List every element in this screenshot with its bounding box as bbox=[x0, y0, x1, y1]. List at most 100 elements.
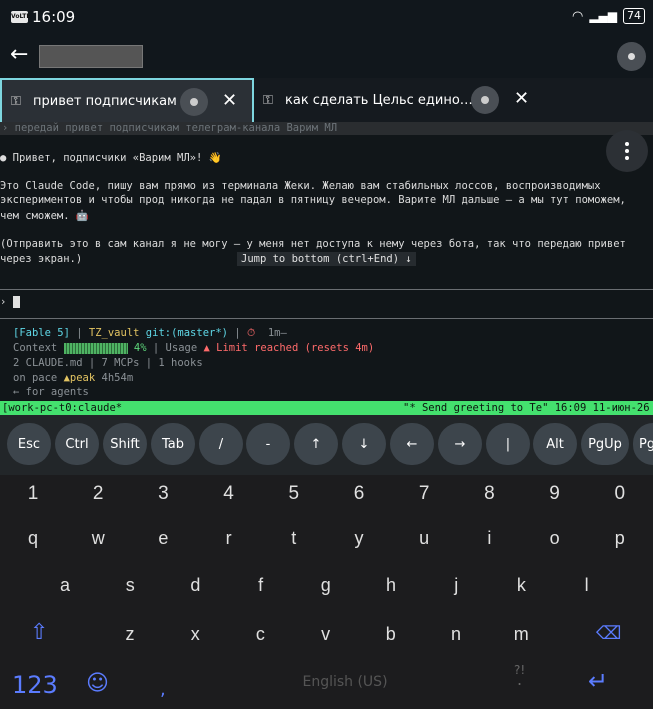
space-key[interactable]: English (US) bbox=[200, 674, 490, 690]
usage-warning: ▲ Limit reached (resets 4m) bbox=[203, 342, 375, 354]
timer-value: 1m— bbox=[267, 327, 287, 339]
tab-label: привет подписчикам bbox=[33, 93, 177, 109]
key-letter-4[interactable]: g bbox=[306, 575, 346, 596]
key-pipe[interactable]: | bbox=[486, 423, 530, 465]
key-minus[interactable]: - bbox=[246, 423, 290, 465]
tab-active[interactable]: ⚿ привет подписчикам ✕ bbox=[0, 78, 254, 122]
key-letter-4[interactable]: b bbox=[371, 624, 411, 645]
key-letter-1[interactable]: s bbox=[110, 575, 150, 596]
statusline-row2: Context 4% | Usage ▲ Limit reached (rese… bbox=[13, 342, 375, 354]
period-key[interactable]: ?!. bbox=[514, 664, 525, 688]
repo-name: TZ_vault bbox=[88, 327, 140, 339]
key-letter-6[interactable]: u bbox=[404, 528, 444, 549]
key-letter-2[interactable]: e bbox=[143, 528, 183, 549]
response-greeting: ● Привет, подписчики «Варим МЛ»! 👋 bbox=[0, 152, 222, 164]
statusline-row3: 2 CLAUDE.md | 7 MCPs | 1 hooks bbox=[13, 357, 203, 369]
enter-key-icon[interactable]: ↵ bbox=[588, 667, 608, 695]
tab-dot-icon[interactable] bbox=[471, 86, 499, 114]
key-letter-2[interactable]: c bbox=[240, 624, 280, 645]
key-icon: ⚿ bbox=[263, 92, 273, 108]
key-letter-5[interactable]: y bbox=[339, 528, 379, 549]
key-letter-0[interactable]: q bbox=[13, 528, 53, 549]
key-down-arrow[interactable]: ↓ bbox=[342, 423, 386, 465]
response-line: чем сможем. 🤖 bbox=[0, 210, 89, 222]
key-number-3[interactable]: 4 bbox=[209, 483, 249, 505]
key-letter-8[interactable]: l bbox=[567, 575, 607, 596]
key-letter-0[interactable]: a bbox=[45, 575, 85, 596]
back-arrow-icon[interactable]: ← bbox=[10, 42, 36, 68]
jump-to-bottom-button[interactable]: Jump to bottom (ctrl+End) ↓ bbox=[237, 252, 416, 266]
key-number-2[interactable]: 3 bbox=[143, 483, 183, 505]
key-slash[interactable]: / bbox=[199, 423, 243, 465]
key-left-arrow[interactable]: ← bbox=[390, 423, 434, 465]
key-letter-8[interactable]: o bbox=[535, 528, 575, 549]
key-number-7[interactable]: 8 bbox=[469, 483, 509, 505]
key-alt[interactable]: Alt bbox=[533, 423, 577, 465]
key-number-0[interactable]: 1 bbox=[13, 483, 53, 505]
key-letter-6[interactable]: m bbox=[501, 624, 541, 645]
terminal-view[interactable]: › передай привет подписчикам телеграм-ка… bbox=[0, 122, 653, 415]
key-ctrl[interactable]: Ctrl bbox=[55, 423, 99, 465]
key-letter-3[interactable]: f bbox=[241, 575, 281, 596]
comma-key[interactable]: , bbox=[160, 679, 166, 700]
agents-hint: ← for agents bbox=[13, 386, 89, 398]
extra-keys-bar: Esc Ctrl Shift Tab / - ↑ ↓ ← → | Alt PgU… bbox=[0, 415, 653, 475]
session-menu-button[interactable] bbox=[617, 42, 646, 71]
key-letter-7[interactable]: i bbox=[469, 528, 509, 549]
key-letter-1[interactable]: x bbox=[175, 624, 215, 645]
soft-keyboard: 1234567890 qwertyuiop asdfghjkl zxcvbnm … bbox=[0, 475, 653, 709]
key-number-4[interactable]: 5 bbox=[274, 483, 314, 505]
key-pgdn[interactable]: Pg bbox=[633, 423, 653, 465]
key-pgup[interactable]: PgUp bbox=[581, 423, 629, 465]
key-right-arrow[interactable]: → bbox=[438, 423, 482, 465]
key-letter-7[interactable]: k bbox=[501, 575, 541, 596]
close-icon[interactable]: ✕ bbox=[222, 90, 237, 111]
timer-icon: ⏱ bbox=[246, 327, 256, 339]
tab-label: как сделать Цельс едино… bbox=[285, 92, 473, 108]
app-bar: ← bbox=[0, 34, 653, 78]
prompt-symbol: › bbox=[0, 296, 7, 308]
key-shift[interactable]: Shift bbox=[103, 423, 147, 465]
key-letter-4[interactable]: t bbox=[274, 528, 314, 549]
key-letter-2[interactable]: d bbox=[175, 575, 215, 596]
key-letter-1[interactable]: w bbox=[78, 528, 118, 549]
key-letter-9[interactable]: p bbox=[600, 528, 640, 549]
key-letter-6[interactable]: j bbox=[436, 575, 476, 596]
statusline-row1: [Fable 5] | TZ_vault git:(master*) | ⏱ 1… bbox=[13, 327, 287, 339]
key-tab[interactable]: Tab bbox=[151, 423, 195, 465]
key-letter-5[interactable]: n bbox=[436, 624, 476, 645]
symbols-mode-key[interactable]: 123 bbox=[12, 671, 58, 699]
emoji-key-icon[interactable]: ☺ bbox=[86, 671, 109, 696]
status-bar: VoLTE 16:09 ◠ ▂▄▆ 74 bbox=[0, 0, 653, 34]
key-number-6[interactable]: 7 bbox=[404, 483, 444, 505]
backspace-key-icon[interactable]: ⌫ bbox=[596, 623, 621, 644]
tab-dot-icon[interactable] bbox=[180, 88, 208, 116]
tmux-window-info: "* Send greeting to Te" 16:09 11-июн-26 bbox=[403, 402, 650, 414]
text-cursor bbox=[12, 296, 20, 308]
key-number-8[interactable]: 9 bbox=[535, 483, 575, 505]
redacted-title bbox=[39, 45, 143, 68]
close-icon[interactable]: ✕ bbox=[514, 88, 529, 109]
key-letter-3[interactable]: r bbox=[209, 528, 249, 549]
response-line: экспериментов и чтобы прод никогда не па… bbox=[0, 194, 626, 206]
key-number-1[interactable]: 2 bbox=[78, 483, 118, 505]
context-percent: 4% bbox=[133, 342, 147, 354]
response-line: (Отправить это в сам канал я не могу — у… bbox=[0, 238, 626, 250]
input-prompt[interactable]: › bbox=[0, 296, 20, 308]
shift-key-icon[interactable]: ⇧ bbox=[30, 620, 48, 645]
response-line: Это Claude Code, пишу вам прямо из терми… bbox=[0, 180, 601, 192]
key-letter-5[interactable]: h bbox=[371, 575, 411, 596]
key-number-9[interactable]: 0 bbox=[600, 483, 640, 505]
key-letter-3[interactable]: v bbox=[306, 624, 346, 645]
key-esc[interactable]: Esc bbox=[7, 423, 51, 465]
key-letter-0[interactable]: z bbox=[110, 624, 150, 645]
status-time: 16:09 bbox=[32, 8, 76, 26]
kebab-menu-button[interactable] bbox=[606, 130, 648, 172]
key-up-arrow[interactable]: ↑ bbox=[294, 423, 338, 465]
signal-icon: ▂▄▆ bbox=[589, 9, 617, 23]
statusline-row4: on pace ▲peak 4h54m bbox=[13, 372, 134, 384]
wifi-icon: ◠ bbox=[571, 8, 584, 24]
tab-inactive[interactable]: ⚿ как сделать Цельс едино… ✕ bbox=[254, 78, 544, 122]
key-number-5[interactable]: 6 bbox=[339, 483, 379, 505]
status-icons: ◠ ▂▄▆ 74 bbox=[572, 8, 645, 24]
